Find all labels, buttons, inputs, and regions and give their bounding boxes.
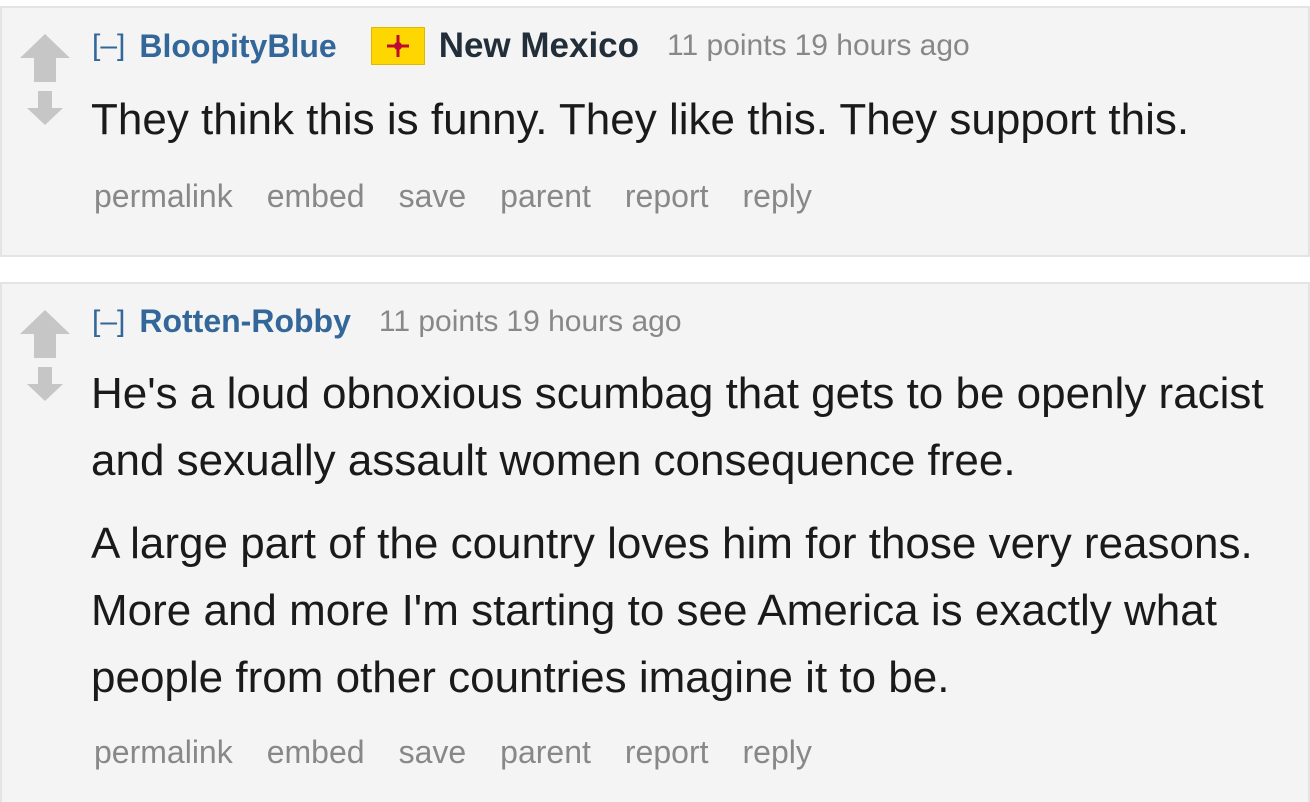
- embed-button[interactable]: embed: [267, 734, 365, 771]
- comment: [–] Rotten-Robby 11 points 19 hours ago …: [0, 282, 1310, 802]
- permalink-button[interactable]: permalink: [94, 178, 233, 215]
- report-button[interactable]: report: [625, 178, 709, 215]
- comment-tagline: [–] BloopityBlue New Mexico 11 points 19…: [92, 26, 970, 66]
- comment-paragraph: A large part of the country loves him fo…: [91, 519, 1253, 702]
- comment-buttons: permalink embed save parent report reply: [94, 734, 846, 771]
- comment-body: They think this is funny. They like this…: [91, 86, 1278, 153]
- reply-button[interactable]: reply: [742, 178, 811, 215]
- downvote-arrow-icon[interactable]: [27, 367, 63, 401]
- reply-button[interactable]: reply: [742, 734, 811, 771]
- save-button[interactable]: save: [399, 734, 467, 771]
- comment: [–] BloopityBlue New Mexico 11 points 19…: [0, 6, 1310, 257]
- collapse-toggle[interactable]: [–]: [92, 29, 125, 63]
- comment-paragraph: They think this is funny. They like this…: [91, 95, 1190, 144]
- user-flair: New Mexico: [370, 26, 640, 66]
- upvote-arrow-icon[interactable]: [20, 310, 70, 358]
- timestamp[interactable]: 19 hours ago: [506, 305, 681, 339]
- comment-tagline: [–] Rotten-Robby 11 points 19 hours ago: [92, 303, 682, 340]
- permalink-button[interactable]: permalink: [94, 734, 233, 771]
- collapse-toggle[interactable]: [–]: [92, 305, 125, 339]
- score: 11 points: [667, 29, 787, 62]
- author-link[interactable]: BloopityBlue: [139, 28, 336, 65]
- new-mexico-flag-icon: [370, 27, 425, 65]
- author-link[interactable]: Rotten-Robby: [139, 303, 351, 340]
- parent-button[interactable]: parent: [500, 178, 591, 215]
- report-button[interactable]: report: [625, 734, 709, 771]
- parent-button[interactable]: parent: [500, 734, 591, 771]
- comment-body: He's a loud obnoxious scumbag that gets …: [91, 360, 1278, 711]
- timestamp[interactable]: 19 hours ago: [795, 29, 970, 63]
- comment-paragraph: He's a loud obnoxious scumbag that gets …: [91, 369, 1264, 485]
- save-button[interactable]: save: [399, 178, 467, 215]
- flair-text: New Mexico: [438, 26, 640, 65]
- embed-button[interactable]: embed: [267, 178, 365, 215]
- comment-buttons: permalink embed save parent report reply: [94, 178, 846, 215]
- downvote-arrow-icon[interactable]: [27, 91, 63, 125]
- score: 11 points: [378, 304, 499, 338]
- upvote-arrow-icon[interactable]: [20, 34, 70, 82]
